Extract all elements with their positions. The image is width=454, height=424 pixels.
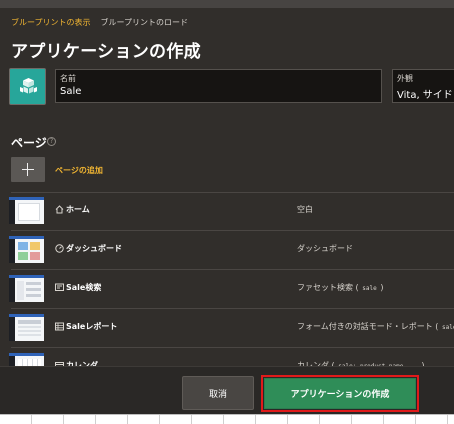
create-application-button[interactable]: アプリケーションの作成 — [264, 378, 416, 409]
tab-load-blueprint[interactable]: ブループリントのロード — [101, 17, 189, 28]
add-page-label[interactable]: ページの追加 — [55, 165, 103, 176]
page-name: ホーム — [66, 205, 90, 214]
name-input[interactable]: Sale — [60, 86, 81, 97]
page-row-dashboard[interactable]: ダッシュボード ダッシュボード — [0, 234, 454, 273]
divider — [11, 230, 454, 231]
name-field[interactable]: 名前 Sale — [55, 69, 382, 103]
page-thumbnail — [9, 236, 44, 263]
cubes-icon — [20, 78, 37, 94]
help-icon[interactable]: ? — [47, 137, 56, 146]
blueprint-tabs: ブループリントの表示 ブループリントのロード — [11, 17, 188, 28]
search-list-icon — [55, 283, 64, 291]
plus-icon — [22, 169, 34, 170]
page-name: ダッシュボード — [66, 244, 122, 253]
page-type: ダッシュボード — [297, 244, 353, 253]
page-type: フォーム付きの対話モード・レポート ( sale ) — [297, 322, 454, 331]
page-thumbnail — [9, 197, 44, 224]
divider — [11, 347, 454, 348]
background-grid — [0, 414, 454, 424]
appearance-value[interactable]: Vita, サイド・ — [397, 86, 454, 101]
home-icon — [55, 205, 64, 214]
page-name: Saleレポート — [66, 322, 118, 331]
page-title: アプリケーションの作成 — [11, 42, 201, 62]
page-thumbnail — [9, 314, 44, 341]
page-row-home[interactable]: ホーム 空白 — [0, 195, 454, 234]
cancel-button[interactable]: 取消 — [182, 376, 254, 410]
report-icon — [55, 322, 64, 331]
add-page-button[interactable] — [11, 157, 45, 182]
page-row-sale-report[interactable]: Saleレポート フォーム付きの対話モード・レポート ( sale ) — [0, 312, 454, 351]
pages-section-title: ページ — [11, 136, 47, 150]
page-row-sale-search[interactable]: Sale検索 ファセット検索 ( sale ) — [0, 273, 454, 312]
page-type: 空白 — [297, 205, 313, 214]
app-icon-button[interactable] — [9, 68, 46, 105]
divider — [11, 269, 454, 270]
tab-view-blueprint[interactable]: ブループリントの表示 — [11, 17, 91, 28]
page-name: Sale検索 — [66, 283, 102, 292]
appearance-field-label: 外観 — [397, 74, 413, 83]
appearance-field[interactable]: 外観 Vita, サイド・ — [392, 69, 454, 103]
top-strip — [0, 0, 454, 8]
page-type: ファセット検索 ( sale ) — [297, 283, 384, 292]
gauge-icon — [55, 244, 64, 253]
name-field-label: 名前 — [60, 74, 76, 83]
divider — [11, 308, 454, 309]
divider — [11, 192, 454, 193]
create-application-dialog: ブループリントの表示 ブループリントのロード アプリケーションの作成 名前 Sa… — [0, 0, 454, 414]
page-thumbnail — [9, 275, 44, 302]
